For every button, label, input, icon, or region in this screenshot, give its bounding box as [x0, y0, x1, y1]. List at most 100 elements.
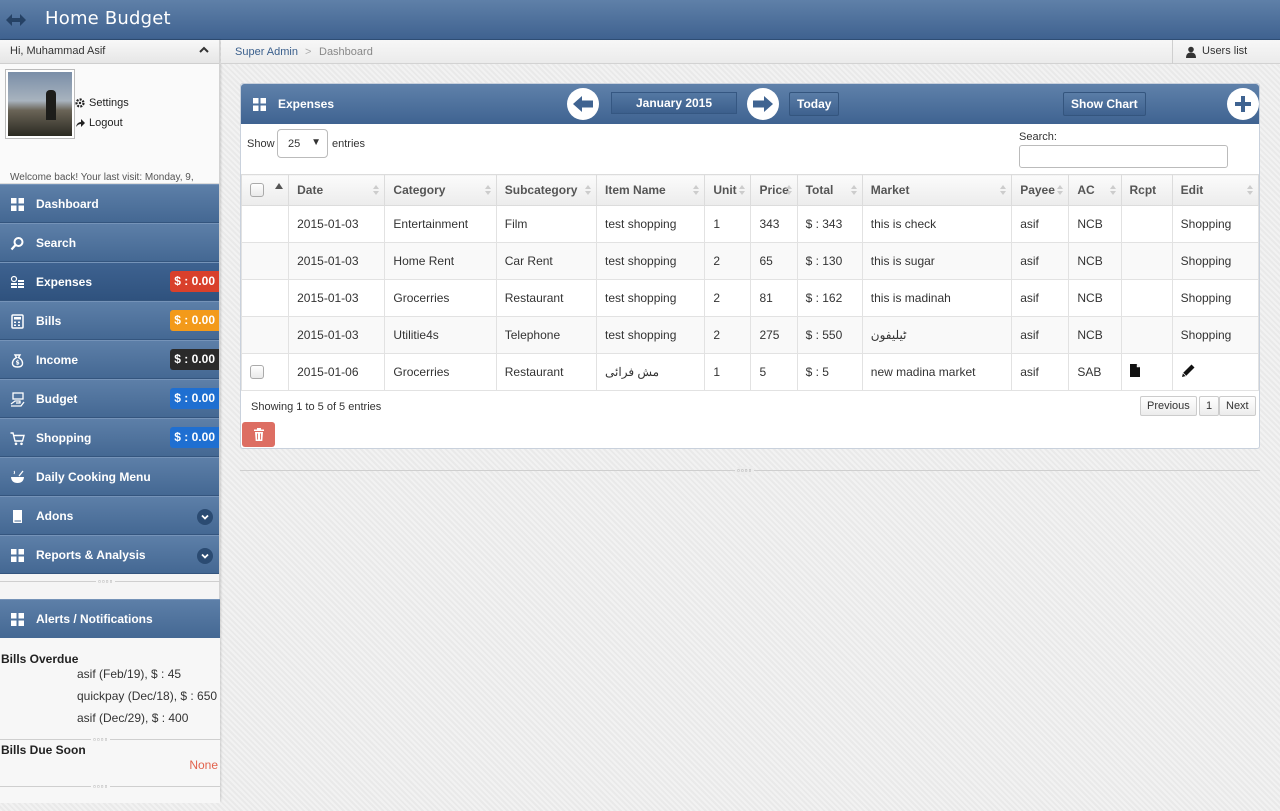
cell-edit: Shopping	[1171, 242, 1260, 280]
table-row[interactable]: 2015-01-03 Home Rent Car Rent test shopp…	[240, 242, 1260, 280]
sidebar-item-label: Budget	[36, 392, 78, 406]
cell-subcategory: Telephone	[495, 316, 598, 354]
delete-button[interactable]	[242, 422, 275, 447]
search-input[interactable]	[1019, 145, 1228, 168]
cell-total: $ : 162	[796, 279, 863, 317]
cell-unit: 2	[704, 316, 752, 354]
next-month-button[interactable]	[747, 88, 779, 120]
sidebar-item-label: Shopping	[36, 431, 92, 445]
arrows-logo-icon[interactable]	[4, 10, 28, 30]
column-header-payee[interactable]: Payee	[1011, 174, 1070, 206]
resize-handle[interactable]: ▫▫▫▫	[91, 783, 111, 791]
cell-unit: 1	[704, 353, 752, 391]
plus-icon	[1235, 96, 1251, 112]
sidebar-item-daily-cooking-menu[interactable]: Daily Cooking Menu	[0, 457, 219, 496]
overdue-bill-item: quickpay (Dec/18), $ : 650	[77, 689, 218, 703]
sidebar-item-label: Bills	[36, 314, 62, 328]
share-arrow-icon	[76, 119, 85, 127]
cell-date: 2015-01-03	[288, 316, 386, 354]
trash-icon	[253, 428, 264, 441]
column-header-edit[interactable]: Edit	[1171, 174, 1260, 206]
table-row[interactable]: 2015-01-06 Grocerries Restaurant مش فرائ…	[240, 353, 1260, 391]
cell-rcpt	[1120, 205, 1173, 243]
column-header-ac[interactable]: AC	[1068, 174, 1122, 206]
add-expense-button[interactable]	[1227, 88, 1259, 120]
sidebar-item-search[interactable]: Search	[0, 223, 219, 262]
bills-amount-badge: $ : 0.00	[170, 310, 219, 331]
today-button[interactable]: Today	[789, 92, 840, 116]
coins-icon	[10, 275, 24, 288]
table-header-row: Date Category Subcategory Item Name Unit…	[240, 174, 1260, 206]
resize-handle[interactable]: ▫▫▫▫	[735, 467, 755, 475]
chevron-down-icon[interactable]	[197, 509, 213, 525]
sidebar-item-adons[interactable]: Adons	[0, 496, 219, 535]
previous-month-button[interactable]	[567, 88, 599, 120]
next-page-button[interactable]: Next	[1219, 396, 1256, 416]
page-size-select[interactable]: 25 ▼	[277, 129, 328, 158]
cell-item-name: مش فرائی	[596, 353, 706, 391]
column-header-rcpt[interactable]: Rcpt	[1120, 174, 1173, 206]
column-header-subcategory[interactable]: Subcategory	[495, 174, 598, 206]
cell-category: Utilitie4s	[384, 316, 497, 354]
cell-date: 2015-01-06	[288, 353, 386, 391]
column-header-date[interactable]: Date	[288, 174, 386, 206]
column-header-unit[interactable]: Unit	[704, 174, 752, 206]
sort-icon	[785, 185, 792, 195]
sidebar-item-bills[interactable]: Bills $ : 0.00	[0, 301, 219, 340]
overdue-bill-item: asif (Feb/19), $ : 45	[77, 667, 182, 681]
gear-icon	[75, 98, 85, 108]
table-row[interactable]: 2015-01-03 Grocerries Restaurant test sh…	[240, 279, 1260, 317]
chevron-down-icon[interactable]	[197, 548, 213, 564]
pencil-icon[interactable]	[1181, 363, 1196, 378]
expenses-table: Date Category Subcategory Item Name Unit…	[240, 174, 1260, 391]
chevron-up-icon[interactable]	[199, 45, 209, 55]
book-icon	[13, 510, 22, 523]
breadcrumb-root[interactable]: Super Admin	[235, 46, 298, 58]
sidebar-item-budget[interactable]: Budget $ : 0.00	[0, 379, 219, 418]
column-header-price[interactable]: Price	[750, 174, 798, 206]
cell-subcategory: Restaurant	[495, 279, 598, 317]
sidebar-item-expenses[interactable]: Expenses $ : 0.00	[0, 262, 219, 301]
column-header-market[interactable]: Market	[861, 174, 1013, 206]
row-select-cell	[240, 242, 290, 280]
settings-link[interactable]: Settings	[75, 97, 129, 109]
money-hand-icon	[10, 392, 25, 407]
sort-icon	[850, 185, 857, 195]
cell-item-name: test shopping	[596, 279, 706, 317]
table-row[interactable]: 2015-01-03 Entertainment Film test shopp…	[240, 205, 1260, 243]
user-bar[interactable]: Hi, Muhammad Asif	[0, 40, 219, 64]
sidebar-item-dashboard[interactable]: Dashboard	[0, 184, 219, 223]
select-all-header[interactable]	[240, 174, 290, 206]
row-select-cell	[240, 353, 290, 391]
bowl-icon	[11, 470, 24, 483]
users-list-button[interactable]: Users list	[1172, 40, 1280, 64]
column-header-total[interactable]: Total	[796, 174, 863, 206]
row-select-cell	[240, 279, 290, 317]
cell-rcpt	[1120, 242, 1173, 280]
show-chart-button[interactable]: Show Chart	[1063, 92, 1146, 116]
sort-icon	[1057, 185, 1064, 195]
previous-page-button[interactable]: Previous	[1140, 396, 1197, 416]
document-icon[interactable]	[1129, 364, 1140, 377]
sidebar-item-reports-analysis[interactable]: Reports & Analysis	[0, 535, 219, 574]
logout-link[interactable]: Logout	[75, 117, 123, 129]
resize-handle[interactable]: ▫▫▫▫	[91, 736, 111, 744]
avatar	[5, 69, 75, 139]
sidebar-item-income[interactable]: $ Income $ : 0.00	[0, 340, 219, 379]
cell-total: $ : 5	[796, 353, 863, 391]
sidebar-item-shopping[interactable]: Shopping $ : 0.00	[0, 418, 219, 457]
cell-date: 2015-01-03	[288, 242, 386, 280]
row-checkbox[interactable]	[250, 365, 264, 380]
resize-handle[interactable]: ▫▫▫▫	[96, 578, 116, 586]
table-row[interactable]: 2015-01-03 Utilitie4s Telephone test sho…	[240, 316, 1260, 354]
page-1-button[interactable]: 1	[1199, 396, 1220, 416]
cell-total: $ : 343	[796, 205, 863, 243]
svg-text:$: $	[16, 360, 20, 367]
calculator-icon	[11, 314, 24, 329]
shopping-amount-badge: $ : 0.00	[170, 427, 219, 448]
alerts-body: Bills Overdue asif (Feb/19), $ : 45 quic…	[0, 638, 220, 803]
select-all-checkbox[interactable]	[250, 183, 264, 198]
column-header-category[interactable]: Category	[384, 174, 497, 206]
budget-amount-badge: $ : 0.00	[170, 388, 219, 409]
column-header-item-name[interactable]: Item Name	[596, 174, 706, 206]
